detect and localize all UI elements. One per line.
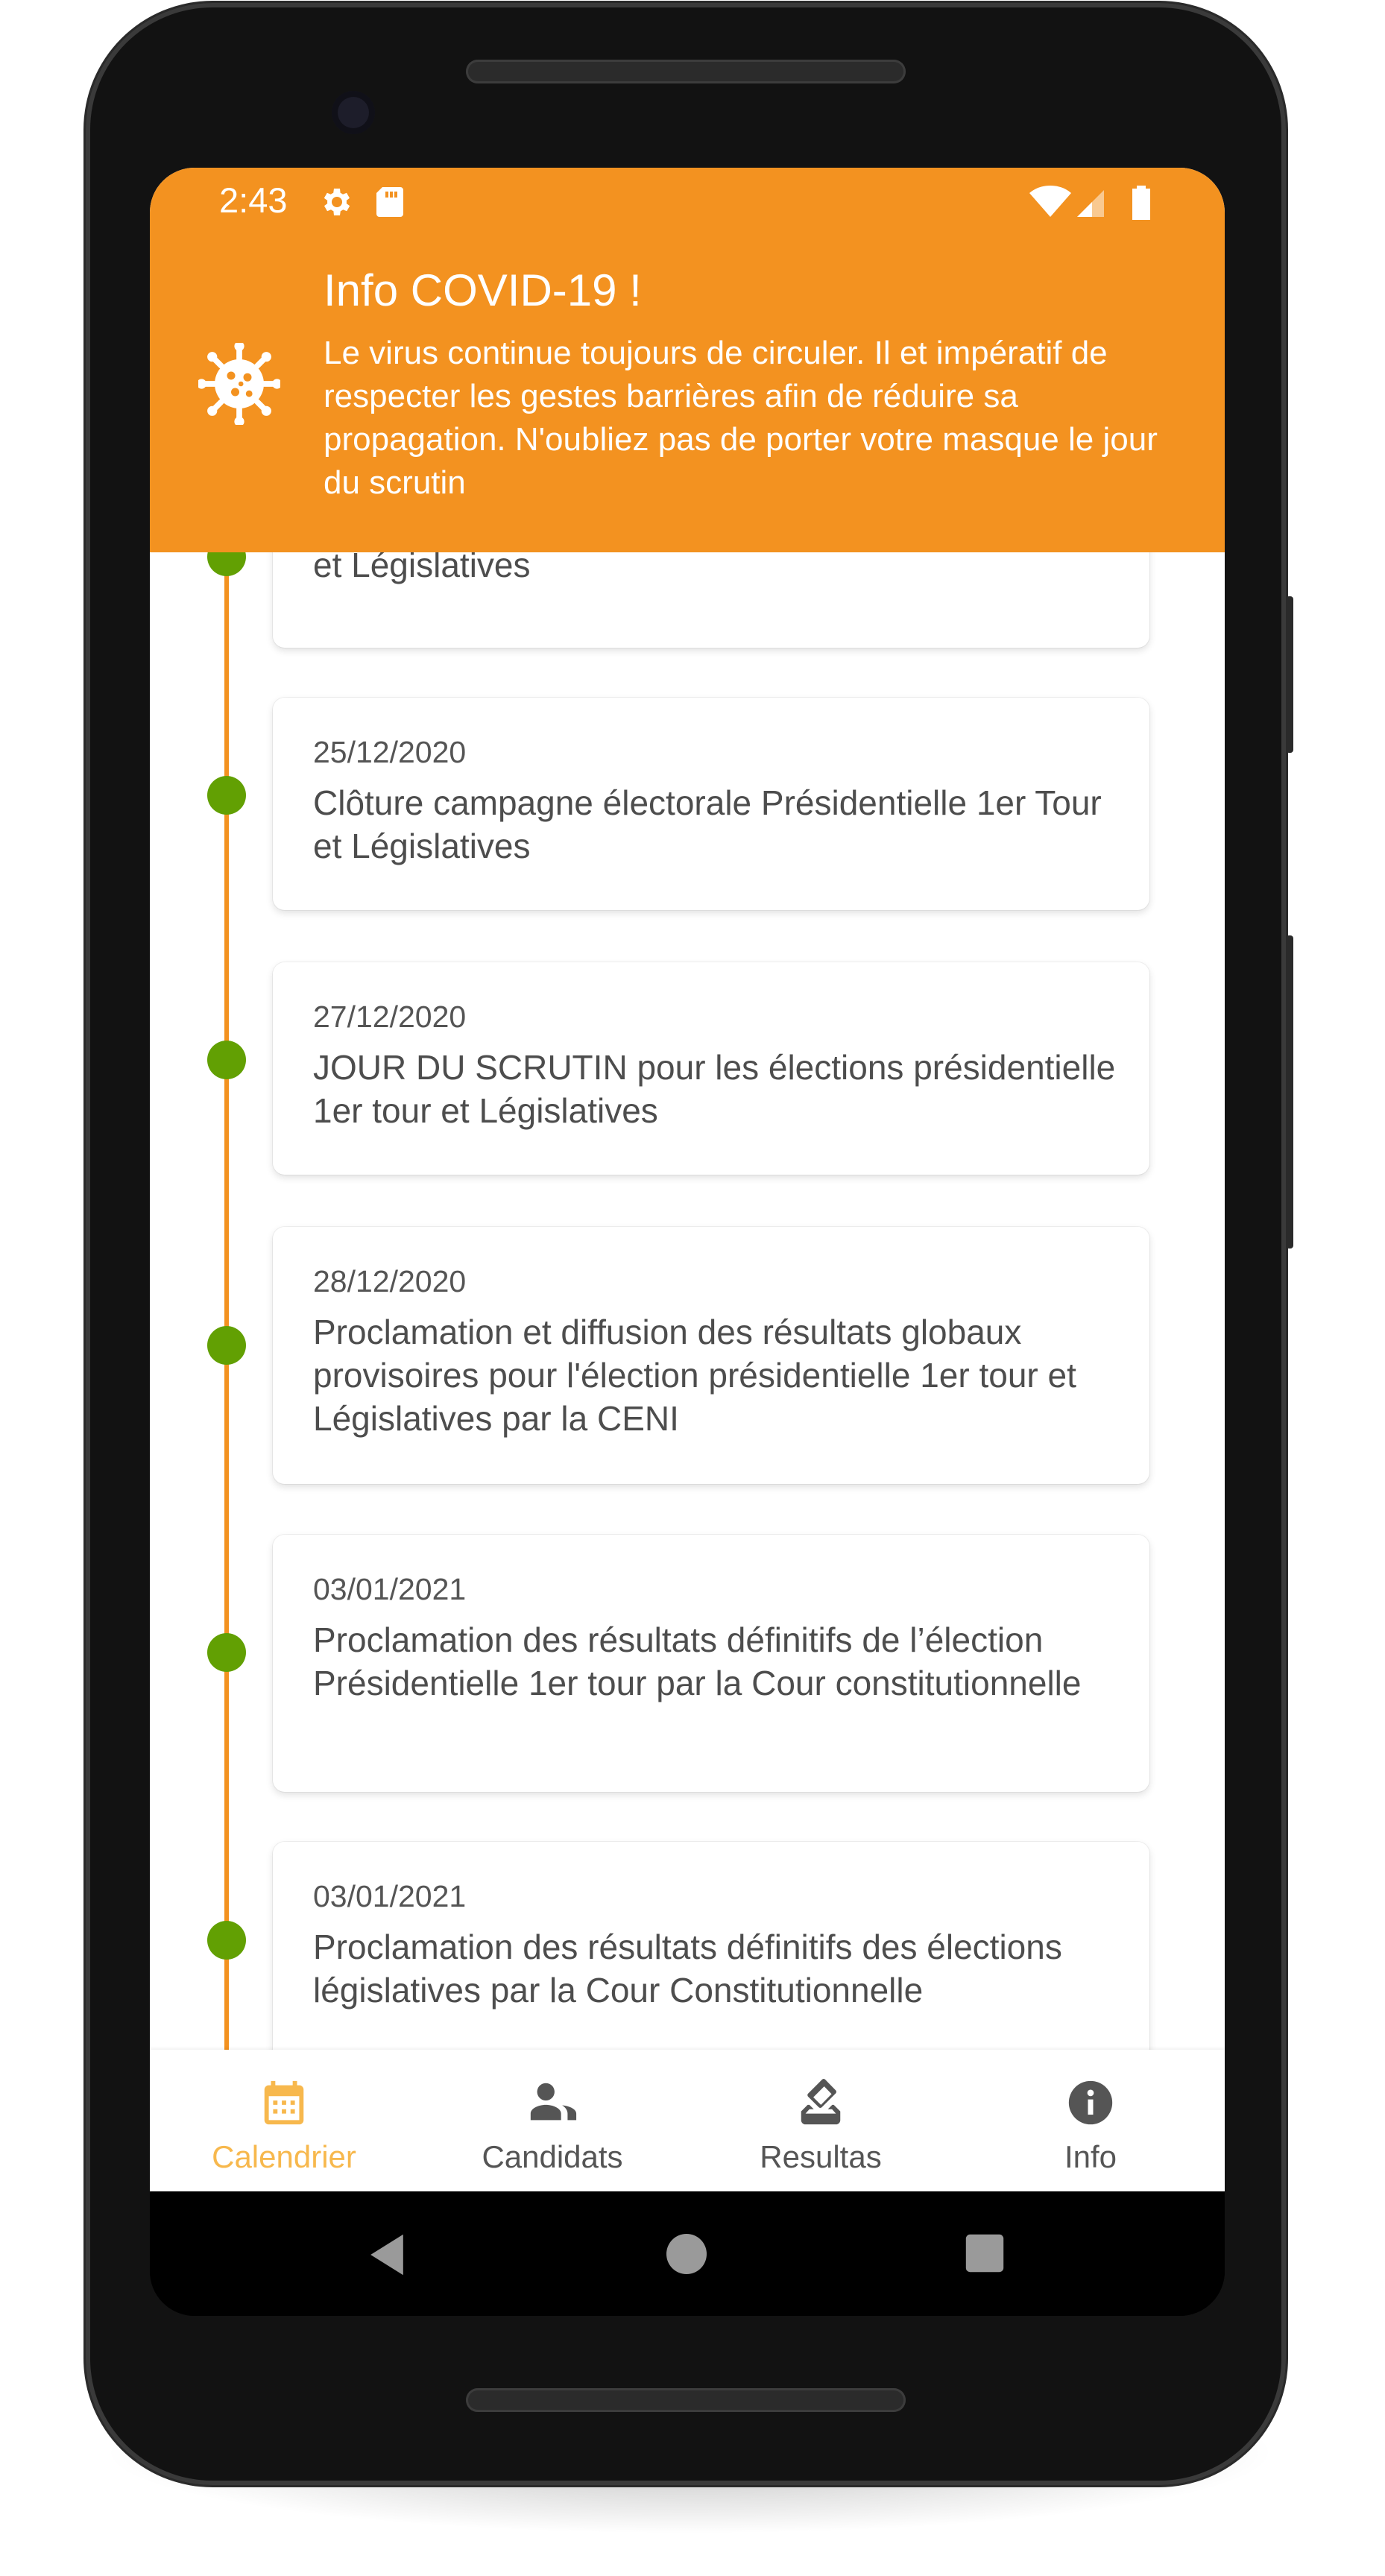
event-date: 03/01/2021 (313, 1572, 467, 1606)
bottom-speaker (466, 2388, 906, 2412)
recents-icon[interactable] (964, 2232, 1006, 2274)
election-timeline[interactable]: Ouverture Campagne élection présidentiel… (150, 552, 1225, 2050)
event-text: JOUR DU SCRUTIN pour les élections prési… (313, 1048, 1116, 1130)
nav-label: Candidats (482, 2139, 623, 2174)
timeline-dot (207, 1326, 246, 1365)
settings-icon (324, 189, 350, 215)
timeline-dot (207, 1633, 246, 1672)
event-date: 25/12/2020 (313, 735, 467, 769)
calendar-icon (264, 2080, 304, 2125)
timeline-card[interactable]: 27/12/2020 JOUR DU SCRUTIN pour les élec… (273, 962, 1149, 1175)
phone-screen: Ouverture Campagne élection présidentiel… (150, 168, 1225, 2316)
status-time: 2:43 (219, 180, 288, 220)
nav-candidats[interactable]: Candidats (418, 2050, 687, 2191)
people-icon (530, 2083, 577, 2121)
system-navigation-bar (150, 2191, 1225, 2316)
timeline-card[interactable]: 03/01/2021 Proclamation des résultats dé… (273, 1535, 1149, 1792)
event-text: Clôture campagne électorale Présidentiel… (313, 783, 1102, 865)
event-text: Ouverture Campagne élection présidentiel… (313, 552, 531, 584)
timeline-card[interactable]: 25/12/2020 Clôture campagne électorale P… (273, 698, 1149, 910)
event-date: 28/12/2020 (313, 1264, 467, 1298)
event-text: Proclamation et diffusion des résultats … (313, 1313, 1076, 1438)
top-speaker (466, 60, 906, 83)
app-screen: Ouverture Campagne élection présidentiel… (150, 168, 1225, 2191)
timeline-dot (207, 552, 246, 576)
nav-label: Resultas (760, 2139, 882, 2174)
battery-icon (1132, 186, 1150, 220)
nav-resultas[interactable]: Resultas (687, 2050, 955, 2191)
ballot-icon (801, 2079, 841, 2125)
covid-message: Le virus continue toujours de circuler. … (324, 335, 1158, 501)
sd-card-icon (376, 187, 403, 217)
nav-calendrier[interactable]: Calendrier (150, 2050, 418, 2191)
nav-label: Info (1064, 2139, 1117, 2174)
home-icon[interactable] (664, 2232, 709, 2276)
covid-title: Info COVID-19 ! (324, 265, 642, 315)
bottom-navigation: Calendrier Candidats Resultas Info (150, 2050, 1225, 2191)
event-text: Proclamation des résultats définitifs de… (313, 1620, 1082, 1702)
front-camera (332, 91, 375, 134)
power-button (1286, 596, 1293, 753)
covid-info-banner: 2:43 Info COVID-19 ! Le virus continue t… (150, 168, 1225, 552)
timeline-dot (207, 1041, 246, 1079)
event-text: Proclamation des résultats définitifs de… (313, 1928, 1062, 2010)
info-icon (1068, 2080, 1113, 2125)
signal-icon (1077, 190, 1104, 217)
event-date: 03/01/2021 (313, 1879, 467, 1913)
volume-button (1286, 935, 1293, 1248)
timeline-card[interactable]: 03/01/2021 Proclamation des résultats dé… (273, 1842, 1149, 2050)
back-icon[interactable] (366, 2232, 408, 2277)
nav-label: Calendrier (212, 2139, 356, 2174)
timeline-dot (207, 776, 246, 815)
virus-icon (198, 343, 280, 425)
nav-info[interactable]: Info (956, 2050, 1225, 2191)
wifi-icon (1029, 186, 1071, 217)
timeline-card[interactable]: Ouverture Campagne élection présidentiel… (273, 552, 1149, 648)
timeline-dot (207, 1921, 246, 1960)
timeline-card[interactable]: 28/12/2020 Proclamation et diffusion des… (273, 1227, 1149, 1484)
event-date: 27/12/2020 (313, 1000, 467, 1034)
